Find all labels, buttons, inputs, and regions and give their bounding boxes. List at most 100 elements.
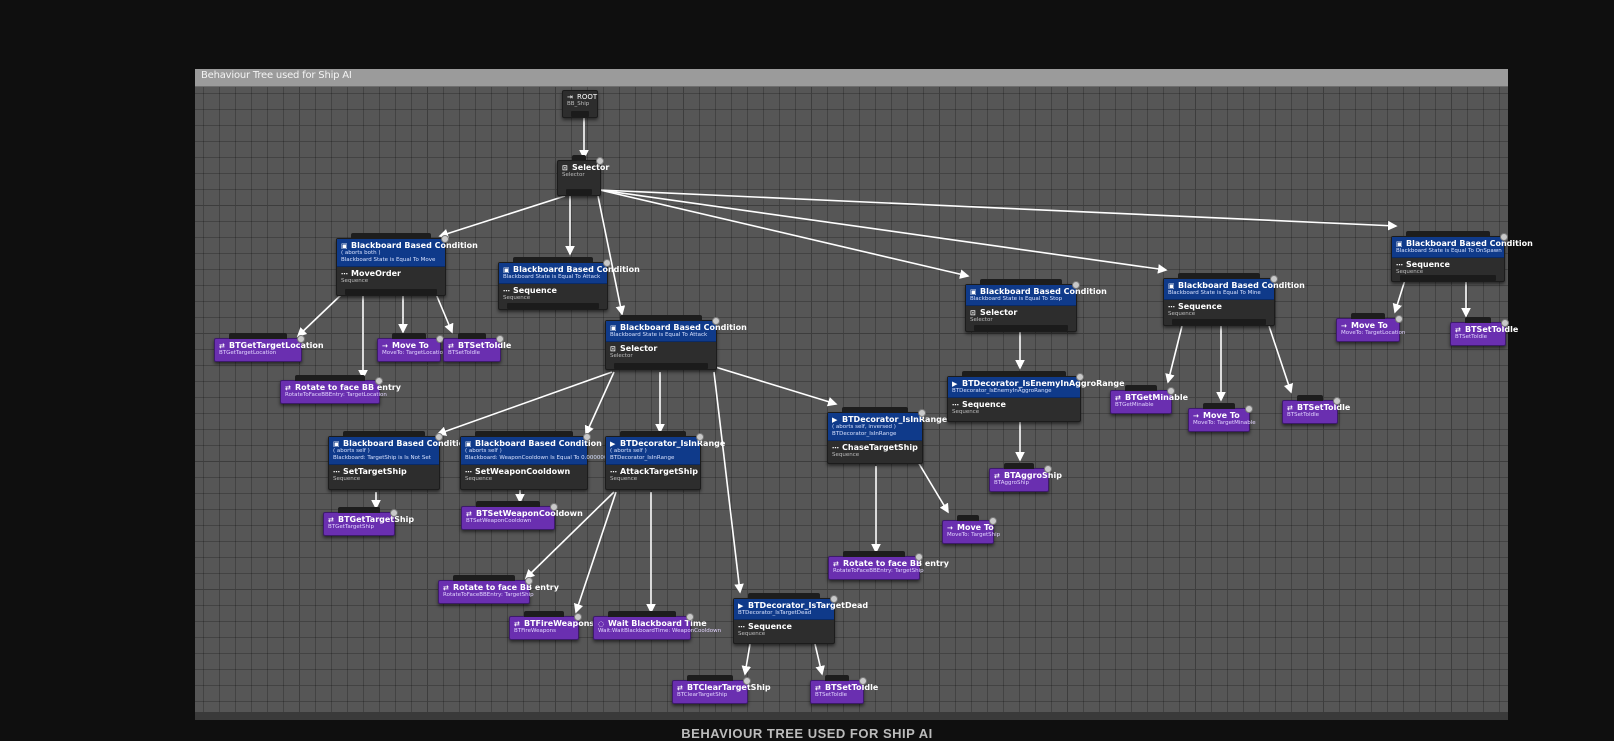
stop-selector-node[interactable]: ▣ Blackboard Based Condition Blackboard St… [965, 279, 1107, 332]
task-icon: ⇄ [815, 684, 821, 692]
sequence-icon: ⋯ [952, 401, 959, 409]
selector-icon: ⊡ [610, 345, 616, 353]
output-pin[interactable] [974, 325, 1068, 331]
output-pin[interactable] [571, 111, 589, 117]
sequence-icon: ⋯ [610, 468, 617, 476]
wait-icon: ◌ [598, 620, 605, 628]
move-to-icon: → [382, 342, 388, 350]
move-to-ship-task[interactable]: → Move To MoveTo: TargetShip [942, 515, 1000, 544]
blackboard-condition-decorator[interactable]: ▣ Blackboard Based Condition( aborts both… [337, 239, 478, 267]
task-icon: ⇄ [466, 510, 472, 518]
move-to-icon: → [947, 524, 953, 532]
task-icon: ⇄ [514, 620, 520, 628]
sequence-icon: ⋯ [738, 623, 745, 631]
decorator-icon: ▣ [341, 242, 348, 250]
set-weapon-cooldown-sequence-node[interactable]: ▣ Blackboard Based Condition( aborts self… [460, 431, 607, 490]
move-to-minable-task[interactable]: → Move To MoveTo: TargetMinable [1188, 403, 1256, 432]
blackboard-condition-decorator[interactable]: ▣ Blackboard Based Condition Blackboard St… [499, 263, 640, 284]
task-icon: ⇄ [328, 516, 334, 524]
set-weapon-cooldown-task[interactable]: ⇄ BTSetWeaponCooldown BTSetWeaponCooldown [461, 501, 583, 530]
target-dead-sequence-node[interactable]: ▶ BTDecorator_IsTargetDead BTDecorator_IsT… [733, 593, 868, 644]
move-to-icon: → [1341, 322, 1347, 330]
set-to-idle-task[interactable]: ⇄ BTSetToIdle BTSetToIdle [443, 333, 511, 362]
get-target-ship-task[interactable]: ⇄ BTGetTargetShip BTGetTargetShip [323, 507, 414, 536]
sequence-icon: ⋯ [1396, 261, 1403, 269]
get-target-location-task[interactable]: ⇄ BTGetTargetLocation BTGetTargetLocation [214, 333, 324, 362]
blackboard-condition-decorator[interactable]: ▣ Blackboard Based Condition( aborts self… [329, 437, 470, 465]
clear-target-ship-task[interactable]: ⇄ BTClearTargetShip BTClearTargetShip [672, 675, 771, 704]
decorator-icon: ▶ [738, 602, 744, 610]
decorator-icon: ▣ [333, 440, 340, 448]
sequence-icon: ⋯ [341, 270, 348, 278]
set-to-idle-task-2[interactable]: ⇄ BTSetToIdle BTSetToIdle [810, 675, 878, 704]
set-target-ship-sequence-node[interactable]: ▣ Blackboard Based Condition( aborts self… [328, 431, 470, 490]
aggro-ship-task[interactable]: ⇄ BTAggroShip BTAggroShip [989, 463, 1062, 492]
output-pin[interactable] [566, 189, 592, 195]
decorator-icon: ▣ [970, 288, 977, 296]
move-to-icon: → [1193, 412, 1199, 420]
task-icon: ⇄ [1115, 394, 1121, 402]
image-caption: BEHAVIOUR TREE USED FOR SHIP AI [681, 726, 933, 741]
graph-bottom-bar [195, 712, 1508, 720]
chase-target-ship-sequence-node[interactable]: ▶ BTDecorator_IsInRange( aborts self, inv… [827, 407, 947, 464]
sequence-icon: ⋯ [333, 468, 340, 476]
mine-sequence-node[interactable]: ▣ Blackboard Based Condition Blackboard St… [1163, 273, 1305, 326]
blackboard-condition-decorator[interactable]: ▣ Blackboard Based Condition( aborts self… [461, 437, 607, 465]
set-to-idle-task-4[interactable]: ⇄ BTSetToIdle BTSetToIdle [1450, 317, 1518, 346]
sequence-icon: ⋯ [465, 468, 472, 476]
task-icon: ⇄ [448, 342, 454, 350]
blackboard-condition-decorator[interactable]: ▣ Blackboard Based Condition Blackboard St… [1392, 237, 1533, 258]
task-icon: ⇄ [677, 684, 683, 692]
task-icon: ⇄ [833, 560, 839, 568]
root-node[interactable]: ⇥ ROOT BB_Ship [562, 90, 598, 118]
attack-selector-node[interactable]: ▣ Blackboard Based Condition Blackboard St… [605, 315, 747, 370]
is-in-range-decorator[interactable]: ▶ BTDecorator_IsInRange( aborts self, inv… [828, 413, 947, 441]
task-icon: ⇄ [994, 472, 1000, 480]
aggro-range-sequence-node[interactable]: ▶ BTDecorator_IsEnemyInAggroRange BTDecora… [947, 371, 1125, 422]
onspawn-sequence-node[interactable]: ▣ Blackboard Based Condition Blackboard St… [1391, 231, 1533, 282]
output-pin[interactable] [345, 289, 437, 295]
output-pin[interactable] [614, 363, 708, 369]
blackboard-condition-decorator[interactable]: ▣ Blackboard Based Condition Blackboard St… [966, 285, 1107, 306]
decorator-icon: ▶ [832, 416, 838, 424]
is-in-range-decorator[interactable]: ▶ BTDecorator_IsInRange( aborts self ) BTD… [606, 437, 725, 465]
decorator-icon: ▣ [503, 266, 510, 274]
sequence-icon: ⋯ [832, 444, 839, 452]
wait-blackboard-time-task[interactable]: ◌ Wait Blackboard Time Wait:WaitBlackboard… [593, 611, 721, 640]
window-title-bar[interactable]: Behaviour Tree used for Ship AI [195, 69, 1508, 87]
task-icon: ⇄ [443, 584, 449, 592]
window-title: Behaviour Tree used for Ship AI [201, 70, 352, 81]
get-minable-task[interactable]: ⇄ BTGetMinable BTGetMinable [1110, 385, 1188, 414]
blackboard-condition-decorator[interactable]: ▣ Blackboard Based Condition Blackboard St… [1164, 279, 1305, 300]
sequence-icon: ⋯ [503, 287, 510, 295]
output-pin[interactable] [507, 303, 599, 309]
decorator-icon: ▣ [1168, 282, 1175, 290]
decorator-icon: ▣ [610, 324, 617, 332]
attack-sequence-node[interactable]: ▣ Blackboard Based Condition Blackboard St… [498, 257, 640, 310]
decorator-icon: ▶ [610, 440, 616, 448]
move-order-sequence-node[interactable]: ▣ Blackboard Based Condition( aborts both… [336, 233, 478, 296]
task-icon: ⇄ [1287, 404, 1293, 412]
blackboard-condition-decorator[interactable]: ▣ Blackboard Based Condition Blackboard St… [606, 321, 747, 342]
move-to-location-task-2[interactable]: → Move To MoveTo: TargetLocation [1336, 313, 1405, 342]
task-icon: ⇄ [285, 384, 291, 392]
selector-icon: ⊡ [970, 309, 976, 317]
decorator-icon: ▣ [465, 440, 472, 448]
rotate-to-face-ship-task-a[interactable]: ⇄ Rotate to face BB entry RotateToFaceBBEn… [438, 575, 559, 604]
is-enemy-in-aggro-range-decorator[interactable]: ▶ BTDecorator_IsEnemyInAggroRange BTDecora… [948, 377, 1125, 398]
set-to-idle-task-3[interactable]: ⇄ BTSetToIdle BTSetToIdle [1282, 395, 1350, 424]
rotate-to-face-ship-task-b[interactable]: ⇄ Rotate to face BB entry RotateToFaceBBEn… [828, 551, 949, 580]
root-icon: ⇥ [567, 93, 573, 101]
move-to-location-task[interactable]: → Move To MoveTo: TargetLocation [377, 333, 446, 362]
sequence-icon: ⋯ [1168, 303, 1175, 311]
main-selector-node[interactable]: ⊡ Selector Selector [557, 155, 609, 196]
is-target-dead-decorator[interactable]: ▶ BTDecorator_IsTargetDead BTDecorator_IsT… [734, 599, 868, 620]
output-pin[interactable] [1400, 275, 1496, 281]
selector-icon: ⊡ [562, 164, 568, 172]
decorator-icon: ▶ [952, 380, 958, 388]
output-pin[interactable] [1172, 319, 1266, 325]
rotate-to-face-location-task[interactable]: ⇄ Rotate to face BB entry RotateToFaceBBEn… [280, 375, 401, 404]
attack-target-ship-sequence-node[interactable]: ▶ BTDecorator_IsInRange( aborts self ) BTD… [605, 431, 725, 490]
decorator-icon: ▣ [1396, 240, 1403, 248]
fire-weapons-task[interactable]: ⇄ BTFireWeapons BTFireWeapons [509, 611, 594, 640]
